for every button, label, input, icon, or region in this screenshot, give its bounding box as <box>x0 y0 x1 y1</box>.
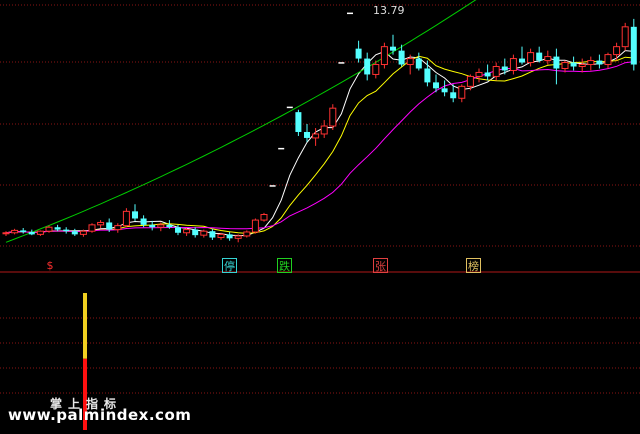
candle-body-53 <box>458 85 466 99</box>
candle-body-59 <box>509 58 517 71</box>
candle-body-29 <box>251 219 259 233</box>
candle-body-26 <box>226 234 233 239</box>
candle-body-55 <box>475 71 483 77</box>
signal-list: 榜 <box>466 258 481 273</box>
candle-body-69 <box>596 60 603 65</box>
candle-body-0 <box>2 232 10 235</box>
candle-body-62 <box>536 52 543 61</box>
candle-body-63 <box>544 56 552 62</box>
candle-body-22 <box>192 229 199 236</box>
candle-body-68 <box>587 60 595 66</box>
candle-body-64 <box>553 56 560 69</box>
moving-average-lines <box>5 0 634 243</box>
candle-body-41 <box>355 48 362 59</box>
candle-body-58 <box>501 66 508 71</box>
candle-body-43 <box>372 64 380 75</box>
candle-body-52 <box>450 92 457 99</box>
candle-body-3 <box>28 231 35 235</box>
ma-10-line <box>5 55 634 234</box>
candle-body-70 <box>604 54 612 66</box>
candle-body-20 <box>175 227 181 233</box>
grid-lines <box>0 4 640 394</box>
candle-body-44 <box>380 46 388 66</box>
signal-rise: 张 <box>373 258 388 273</box>
candle-body-16 <box>140 218 147 225</box>
candle-body-7 <box>63 229 70 232</box>
candle-body-34 <box>295 112 302 132</box>
candle-body-51 <box>441 88 448 93</box>
candle-body-71 <box>613 46 621 56</box>
candle-body-8 <box>71 231 78 235</box>
candle-body-13 <box>114 225 122 231</box>
ma-5-line <box>5 50 634 237</box>
peak-price-label: 13.79 <box>373 4 405 17</box>
candle-body-2 <box>20 230 27 232</box>
candle-body-24 <box>209 231 216 238</box>
signal-drop: 跌 <box>277 258 292 273</box>
candle-body-50 <box>433 82 439 89</box>
stock-chart <box>0 0 640 430</box>
candle-body-1 <box>11 229 19 234</box>
candle-body-25 <box>217 233 225 239</box>
candle-body-66 <box>570 62 577 67</box>
candle-body-5 <box>45 226 53 232</box>
candlestick-series <box>2 12 637 243</box>
candle-body-65 <box>561 62 569 69</box>
candle-body-38 <box>329 107 337 127</box>
candle-body-6 <box>54 227 61 230</box>
candle-body-18 <box>157 224 165 228</box>
candle-body-48 <box>415 58 422 69</box>
candle-body-15 <box>132 211 138 219</box>
candle-body-72 <box>621 26 629 48</box>
candle-body-4 <box>36 230 44 235</box>
candle-body-21 <box>183 229 191 234</box>
candle-body-54 <box>466 75 474 87</box>
candle-body-60 <box>519 58 525 63</box>
candle-body-73 <box>630 26 637 65</box>
ma-20-line <box>5 61 634 234</box>
candle-body-14 <box>122 210 130 227</box>
candle-body-28 <box>243 231 251 237</box>
candle-body-57 <box>492 66 500 77</box>
candle-body-23 <box>200 230 208 236</box>
candle-body-42 <box>364 58 371 75</box>
candle-body-35 <box>304 131 310 138</box>
candle-body-19 <box>166 224 173 228</box>
candle-body-11 <box>97 221 105 226</box>
watermark-text: www.palmindex.com <box>8 406 192 424</box>
candle-body-30 <box>260 214 268 221</box>
candle-body-12 <box>106 222 113 230</box>
ma-60-line <box>5 0 477 243</box>
candle-body-61 <box>527 52 535 64</box>
candle-body-46 <box>398 50 405 65</box>
candle-body-36 <box>312 133 320 139</box>
indicator-bar-top <box>83 293 87 359</box>
candle-body-17 <box>149 224 156 228</box>
signal-s: $ <box>46 259 54 272</box>
candle-body-56 <box>484 72 491 77</box>
signal-limit-up: 停 <box>222 258 237 273</box>
candle-body-47 <box>406 58 414 66</box>
candle-body-10 <box>88 224 96 232</box>
candle-body-67 <box>578 64 586 68</box>
candle-body-45 <box>390 46 396 51</box>
candle-body-49 <box>424 68 431 83</box>
candle-body-27 <box>234 235 242 239</box>
candle-body-9 <box>79 230 87 235</box>
candle-body-37 <box>320 125 328 135</box>
